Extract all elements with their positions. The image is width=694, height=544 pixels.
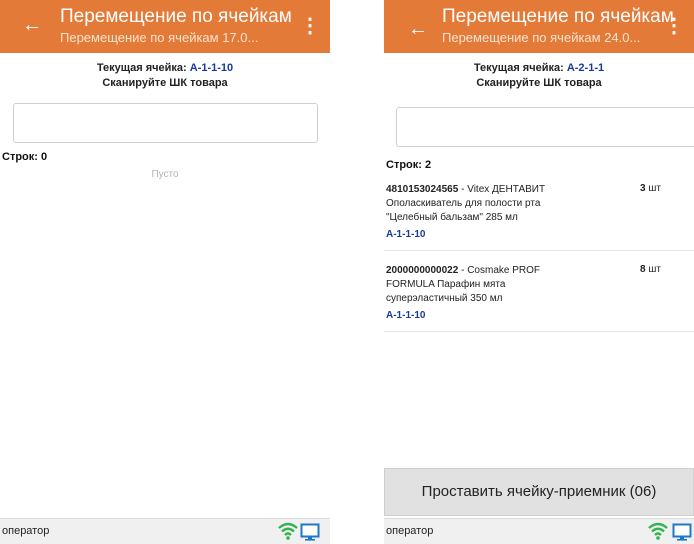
app-title: Перемещение по ячейкам bbox=[60, 6, 292, 27]
rows-count: Строк: 0 bbox=[2, 151, 48, 163]
item-name-line1: - Vitex ДЕНТАВИТ bbox=[458, 184, 546, 195]
back-arrow-icon[interactable]: ← bbox=[408, 18, 428, 40]
barcode-input[interactable] bbox=[13, 103, 318, 143]
app-bar: ← Перемещение по ячейкам Перемещение по … bbox=[384, 0, 694, 53]
current-cell-label: Текущая ячейка: bbox=[96, 62, 187, 74]
barcode-input[interactable] bbox=[396, 107, 694, 147]
more-vertical-icon[interactable]: ⋮ bbox=[664, 16, 684, 36]
wifi-icon bbox=[648, 522, 668, 540]
item-quantity: 3 шт bbox=[640, 183, 661, 194]
item-name-line1: - Cosmake PROF bbox=[458, 265, 540, 276]
more-vertical-icon[interactable]: ⋮ bbox=[300, 16, 320, 36]
current-cell-line: Текущая ячейка: А-2-1-1 bbox=[384, 61, 694, 75]
status-bar: оператор bbox=[0, 518, 330, 544]
scan-instruction: Сканируйте ШК товара bbox=[102, 77, 228, 89]
app-subtitle: Перемещение по ячейкам 17.0... bbox=[60, 30, 259, 45]
back-arrow-icon[interactable]: ← bbox=[22, 14, 42, 36]
item-name-line2: FORMULA Парафин мята bbox=[386, 279, 506, 290]
item-name-line2: Ополаскиватель для полости рта bbox=[386, 198, 541, 209]
set-destination-cell-button[interactable]: Проставить ячейку-приемник (06) bbox=[384, 468, 694, 516]
status-user: оператор bbox=[386, 525, 434, 537]
status-user: оператор bbox=[2, 525, 50, 537]
monitor-icon bbox=[672, 523, 692, 541]
item-qty-unit: шт bbox=[648, 183, 661, 194]
item-qty-value: 3 bbox=[640, 183, 646, 194]
item-name-line3: суперэластичный 350 мл bbox=[386, 293, 503, 304]
list-item[interactable]: 4810153024565 - Vitex ДЕНТАВИТ Ополаскив… bbox=[384, 183, 694, 251]
current-cell-line: Текущая ячейка: А-1-1-10 bbox=[0, 61, 330, 75]
status-bar: оператор bbox=[384, 518, 694, 544]
monitor-icon bbox=[300, 523, 320, 541]
item-qty-unit: шт bbox=[648, 264, 661, 275]
app-subtitle: Перемещение по ячейкам 24.0... bbox=[442, 30, 641, 45]
item-cell: А-1-1-10 bbox=[386, 310, 426, 321]
screen-left: ← Перемещение по ячейкам Перемещение по … bbox=[0, 0, 330, 544]
item-barcode: 2000000000022 bbox=[386, 265, 459, 276]
item-description: 2000000000022 - Cosmake PROF FORMULA Пар… bbox=[386, 264, 596, 306]
rows-count: Строк: 2 bbox=[386, 159, 432, 171]
empty-list-text: Пусто bbox=[151, 169, 179, 180]
app-title: Перемещение по ячейкам bbox=[442, 6, 674, 27]
item-barcode: 4810153024565 bbox=[386, 184, 459, 195]
item-name-line3: "Целебный бальзам" 285 мл bbox=[386, 212, 518, 223]
item-description: 4810153024565 - Vitex ДЕНТАВИТ Ополаскив… bbox=[386, 183, 596, 225]
item-qty-value: 8 bbox=[640, 264, 646, 275]
item-quantity: 8 шт bbox=[640, 264, 661, 275]
current-cell-label: Текущая ячейка: bbox=[473, 62, 564, 74]
current-cell-value: А-1-1-10 bbox=[189, 62, 234, 74]
current-cell-value: А-2-1-1 bbox=[566, 62, 605, 74]
app-bar: ← Перемещение по ячейкам Перемещение по … bbox=[0, 0, 330, 53]
list-item[interactable]: 2000000000022 - Cosmake PROF FORMULA Пар… bbox=[384, 264, 694, 332]
screen-right: ← Перемещение по ячейкам Перемещение по … bbox=[384, 0, 694, 544]
item-cell: А-1-1-10 bbox=[386, 229, 426, 240]
scan-instruction: Сканируйте ШК товара bbox=[476, 77, 602, 89]
wifi-icon bbox=[278, 522, 298, 540]
